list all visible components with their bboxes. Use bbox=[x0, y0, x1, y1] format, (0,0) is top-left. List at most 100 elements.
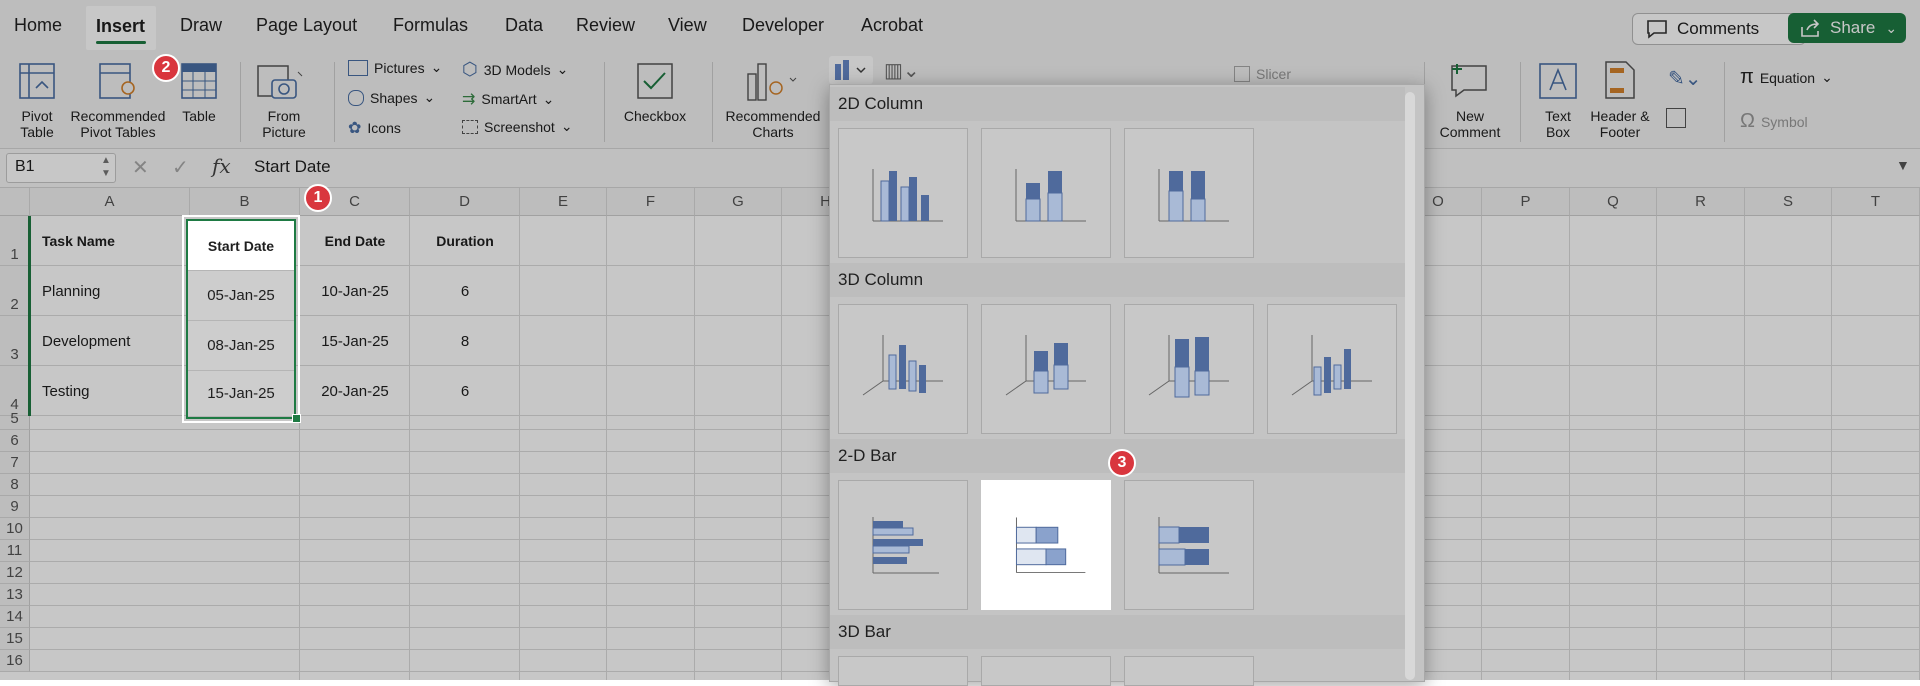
select-all-corner[interactable] bbox=[0, 188, 30, 216]
row-header-8[interactable]: 8 bbox=[0, 474, 30, 496]
column-header-r[interactable]: R bbox=[1657, 188, 1745, 216]
tab-formulas[interactable]: Formulas bbox=[393, 15, 468, 36]
icons-button[interactable]: ✿ Icons bbox=[348, 118, 401, 138]
pivot-table-label[interactable]: Pivot Table bbox=[8, 108, 66, 140]
row-header-11[interactable]: 11 bbox=[0, 540, 30, 562]
chart-clustered-column[interactable] bbox=[838, 128, 968, 258]
new-comment-label[interactable]: New Comment bbox=[1430, 108, 1510, 140]
cell-a3[interactable]: Development bbox=[42, 316, 130, 366]
recommended-charts-icon[interactable] bbox=[744, 60, 800, 102]
column-header-g[interactable]: G bbox=[695, 188, 782, 216]
3d-models-button[interactable]: ⬡ 3D Models ⌄ bbox=[462, 59, 568, 80]
tab-developer[interactable]: Developer bbox=[742, 15, 824, 36]
row-header-6[interactable]: 6 bbox=[0, 430, 30, 452]
cell-d2[interactable]: 6 bbox=[410, 266, 520, 316]
row-header-7[interactable]: 7 bbox=[0, 452, 30, 474]
cell-d4[interactable]: 6 bbox=[410, 366, 520, 416]
row-header-2[interactable]: 2 bbox=[0, 266, 30, 316]
row-header-5[interactable]: 5 bbox=[0, 410, 30, 430]
tab-home[interactable]: Home bbox=[14, 15, 62, 36]
chart-3d-column[interactable] bbox=[1267, 304, 1397, 434]
row-header-4[interactable]: 4 bbox=[0, 366, 30, 416]
slicer-button[interactable]: Slicer bbox=[1234, 66, 1291, 82]
chart-stacked-bar[interactable] bbox=[981, 480, 1111, 610]
cell-a4[interactable]: Testing bbox=[42, 366, 90, 416]
column-header-f[interactable]: F bbox=[607, 188, 695, 216]
symbol-button[interactable]: Ω Symbol bbox=[1740, 110, 1808, 133]
chart-3d-clustered-bar[interactable] bbox=[838, 656, 968, 686]
checkbox-label[interactable]: Checkbox bbox=[616, 108, 694, 124]
cell-c3[interactable]: 15-Jan-25 bbox=[300, 316, 410, 366]
chart-3d-stacked-bar[interactable] bbox=[981, 656, 1111, 686]
column-header-b[interactable]: B bbox=[190, 188, 300, 216]
tab-page-layout[interactable]: Page Layout bbox=[256, 15, 357, 36]
column-header-p[interactable]: P bbox=[1482, 188, 1570, 216]
expand-formula-icon[interactable]: ▼ bbox=[1896, 157, 1910, 173]
chart-100-stacked-column[interactable] bbox=[1124, 128, 1254, 258]
tab-view[interactable]: View bbox=[668, 15, 707, 36]
chart-3d-stacked-column[interactable] bbox=[981, 304, 1111, 434]
new-comment-icon[interactable] bbox=[1448, 62, 1490, 100]
name-box-stepper-icon[interactable]: ▲ ▼ bbox=[101, 154, 111, 180]
pictures-button[interactable]: Pictures ⌄ bbox=[348, 59, 442, 76]
chart-clustered-bar[interactable] bbox=[838, 480, 968, 610]
cell-a2[interactable]: Planning bbox=[42, 266, 100, 316]
row-header-12[interactable]: 12 bbox=[0, 562, 30, 584]
name-box[interactable]: B1 ▲ ▼ bbox=[6, 153, 116, 183]
row-header-14[interactable]: 14 bbox=[0, 606, 30, 628]
function-icon[interactable]: fx bbox=[212, 154, 231, 178]
chart-3d-clustered-column[interactable] bbox=[838, 304, 968, 434]
tab-acrobat[interactable]: Acrobat bbox=[861, 15, 923, 36]
cell-a1[interactable]: Task Name bbox=[42, 216, 115, 266]
column-header-d[interactable]: D bbox=[410, 188, 520, 216]
row-header-13[interactable]: 13 bbox=[0, 584, 30, 606]
from-picture-label[interactable]: From Picture bbox=[254, 108, 314, 140]
cell-c4[interactable]: 20-Jan-25 bbox=[300, 366, 410, 416]
tab-draw[interactable]: Draw bbox=[180, 15, 222, 36]
comments-button[interactable]: Comments bbox=[1632, 13, 1806, 45]
column-header-s[interactable]: S bbox=[1745, 188, 1832, 216]
checkbox-icon[interactable] bbox=[636, 62, 674, 100]
row-header-10[interactable]: 10 bbox=[0, 518, 30, 540]
cancel-icon[interactable]: ✕ bbox=[132, 155, 149, 180]
column-header-t[interactable]: T bbox=[1832, 188, 1920, 216]
row-header-1[interactable]: 1 bbox=[0, 216, 30, 266]
recommended-charts-label[interactable]: Recommended Charts bbox=[722, 108, 824, 140]
chart-3d-100-stacked-bar[interactable] bbox=[1124, 656, 1254, 686]
dropdown-scrollbar[interactable] bbox=[1405, 92, 1415, 680]
enter-check-icon[interactable]: ✓ bbox=[172, 155, 189, 180]
formula-input[interactable]: Start Date bbox=[254, 157, 331, 177]
column-header-q[interactable]: Q bbox=[1570, 188, 1657, 216]
tab-review[interactable]: Review bbox=[576, 15, 635, 36]
header-footer-icon[interactable] bbox=[1604, 60, 1636, 100]
tab-insert[interactable]: Insert bbox=[86, 6, 156, 50]
recommended-pivot-label[interactable]: Recommended Pivot Tables bbox=[66, 108, 170, 140]
cell-c2[interactable]: 10-Jan-25 bbox=[300, 266, 410, 316]
chart-100-stacked-bar[interactable] bbox=[1124, 480, 1254, 610]
shapes-button[interactable]: Shapes ⌄ bbox=[348, 89, 435, 106]
tab-data[interactable]: Data bbox=[505, 15, 543, 36]
text-box-icon[interactable] bbox=[1538, 62, 1578, 100]
row-header-3[interactable]: 3 bbox=[0, 316, 30, 366]
cell-c1[interactable]: End Date bbox=[300, 216, 410, 266]
pivot-table-icon[interactable] bbox=[18, 62, 56, 100]
recommended-pivot-icon[interactable] bbox=[98, 62, 138, 100]
column-header-e[interactable]: E bbox=[520, 188, 607, 216]
table-label[interactable]: Table bbox=[176, 108, 222, 124]
fill-handle[interactable] bbox=[292, 414, 301, 423]
signature-icon[interactable]: ✎⌄ bbox=[1668, 66, 1702, 91]
chart-3d-100-stacked-column[interactable] bbox=[1124, 304, 1254, 434]
hierarchy-chart-icon[interactable]: ▥⌄ bbox=[884, 58, 920, 83]
equation-button[interactable]: π Equation ⌄ bbox=[1740, 66, 1833, 89]
row-header-16[interactable]: 16 bbox=[0, 650, 30, 672]
object-icon[interactable] bbox=[1666, 108, 1686, 128]
row-header-15[interactable]: 15 bbox=[0, 628, 30, 650]
share-button[interactable]: Share ⌄ bbox=[1788, 13, 1906, 43]
column-bar-chart-button[interactable] bbox=[829, 56, 873, 84]
row-header-9[interactable]: 9 bbox=[0, 496, 30, 518]
header-footer-label[interactable]: Header & Footer bbox=[1584, 108, 1656, 140]
text-box-label[interactable]: Text Box bbox=[1530, 108, 1586, 140]
smartart-button[interactable]: ⇉ SmartArt ⌄ bbox=[462, 89, 554, 109]
from-picture-icon[interactable] bbox=[256, 64, 304, 104]
cell-d1[interactable]: Duration bbox=[410, 216, 520, 266]
